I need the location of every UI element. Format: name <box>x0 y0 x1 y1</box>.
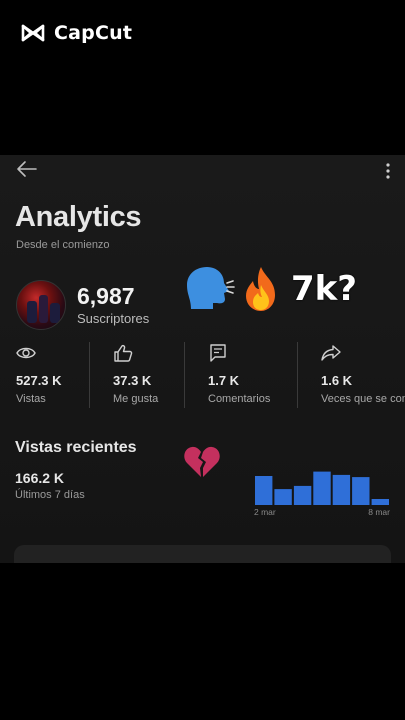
share-icon <box>321 345 341 361</box>
eye-icon <box>16 347 36 359</box>
stat-label: Vistas <box>16 393 46 405</box>
recent-views-chart: 2 mar 8 mar <box>254 471 390 517</box>
chart-bar-1 <box>255 476 273 505</box>
chart-bar-2 <box>274 489 292 505</box>
subscriber-count: 6,987 <box>77 283 135 309</box>
avatar <box>16 280 66 330</box>
fire-icon <box>246 267 275 311</box>
divider <box>89 342 90 408</box>
emoji-overlay: 7k? <box>183 265 357 313</box>
chart-end-label: 8 mar <box>368 507 390 517</box>
stat-value: 1.6 K <box>321 373 353 388</box>
chart-bar-7 <box>371 499 389 505</box>
stat-shares[interactable]: 1.6 K Veces que se compartió <box>321 342 405 408</box>
speaking-head-icon <box>187 267 235 309</box>
stat-value: 527.3 K <box>16 373 62 388</box>
recent-views-title: Vistas recientes <box>15 439 137 456</box>
chart-bar-3 <box>293 485 312 505</box>
page-title: Analytics <box>15 201 142 233</box>
subscriber-label: Suscriptores <box>77 311 150 326</box>
stat-label: Me gusta <box>113 393 159 405</box>
stat-label: Comentarios <box>208 393 271 405</box>
chart-start-label: 2 mar <box>254 507 276 517</box>
divider <box>297 342 298 408</box>
stat-comments[interactable]: 1.7 K Comentarios <box>208 342 296 408</box>
chart-bar-5 <box>332 474 351 505</box>
analytics-screen: Analytics Desde el comienzo 6,987 Suscri… <box>0 155 405 563</box>
stat-label: Veces que se compartió <box>321 393 405 405</box>
capcut-watermark: CapCut <box>20 20 132 46</box>
top-bar <box>0 155 405 185</box>
next-card <box>14 545 391 563</box>
more-vert-icon[interactable] <box>383 161 393 181</box>
stats-row: 527.3 K Vistas 37.3 K Me gusta 1.7 K Com… <box>0 342 405 408</box>
recent-views-value: 166.2 K <box>15 470 65 486</box>
chart-bar-4 <box>313 471 331 505</box>
capcut-logo-icon <box>21 24 45 42</box>
thumbs-up-icon <box>114 344 133 362</box>
stat-value: 37.3 K <box>113 373 152 388</box>
page-subtitle: Desde el comienzo <box>16 239 110 251</box>
chart-bar-6 <box>352 477 370 505</box>
back-arrow-icon[interactable] <box>16 159 38 179</box>
stat-views[interactable]: 527.3 K Vistas <box>16 342 88 408</box>
comment-icon <box>210 344 226 362</box>
recent-views-period: Últimos 7 días <box>15 489 85 501</box>
divider <box>184 342 185 408</box>
watermark-text: CapCut <box>54 22 133 44</box>
broken-heart-icon <box>184 446 220 477</box>
stat-likes[interactable]: 37.3 K Me gusta <box>113 342 183 408</box>
stat-value: 1.7 K <box>208 373 240 388</box>
overlay-caption: 7k? <box>291 269 357 309</box>
